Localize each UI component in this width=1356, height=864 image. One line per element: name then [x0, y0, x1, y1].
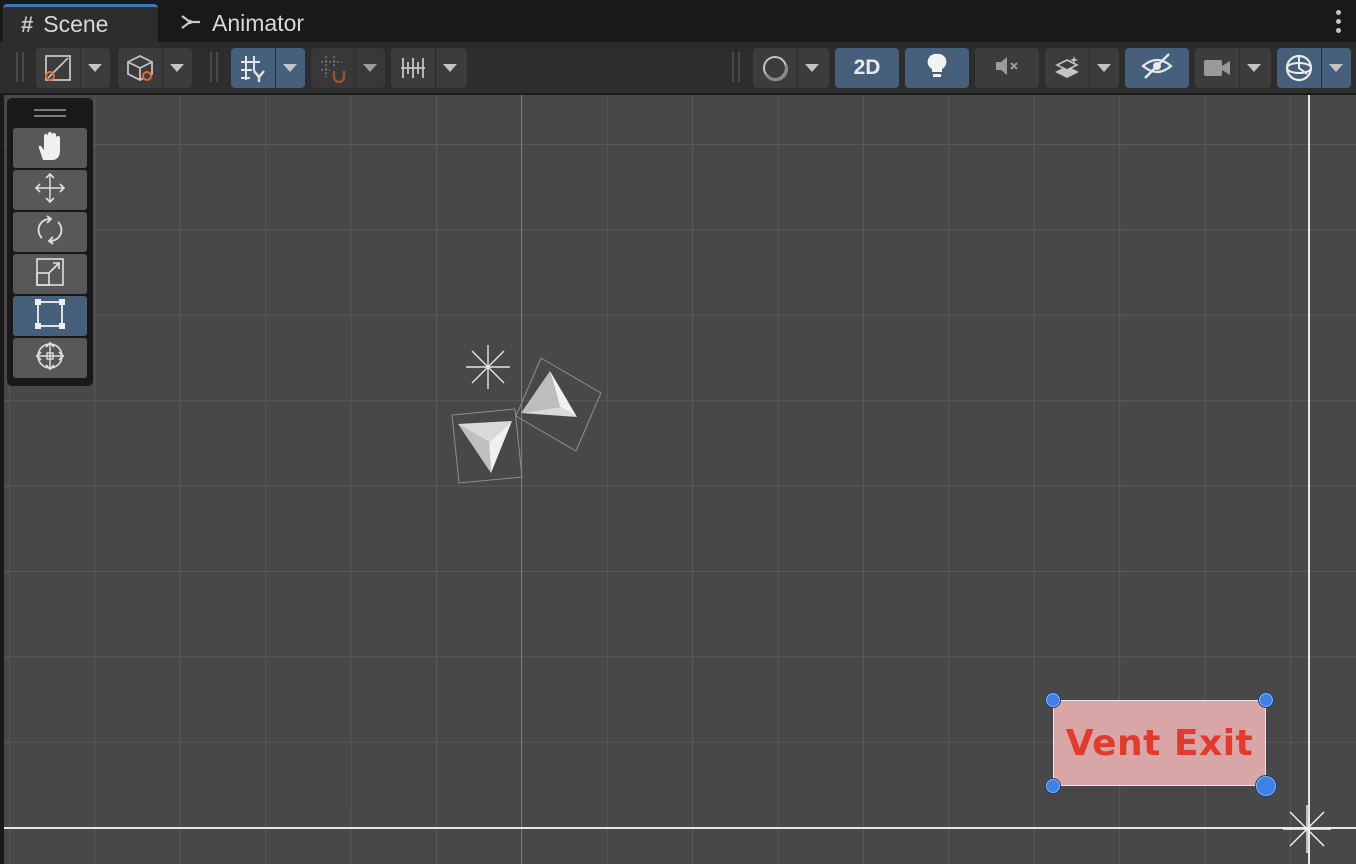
grid-y-toggle-button[interactable]: [231, 48, 305, 88]
audio-toggle-button[interactable]: [975, 48, 1039, 88]
grid-snap-dropdown-icon[interactable]: [355, 48, 383, 88]
light-gizmo-icon[interactable]: [466, 345, 510, 389]
move-arrows-icon: [34, 172, 66, 209]
tab-bar: # Scene Animator: [0, 0, 1356, 42]
toolbar-grip-3[interactable]: [732, 52, 740, 82]
vent-exit-sprite[interactable]: Vent Exit: [1053, 700, 1266, 786]
rect-handle-bottom-left[interactable]: [1045, 778, 1061, 794]
palette-grip[interactable]: [13, 98, 87, 128]
camera-button[interactable]: [1195, 48, 1271, 88]
grid-hash-icon: #: [21, 11, 34, 37]
tab-animator[interactable]: Animator: [162, 4, 332, 42]
rect-handle-top-left[interactable]: [1045, 692, 1061, 708]
transform-icon: [33, 339, 67, 378]
2d-mode-label: 2D: [853, 56, 881, 79]
rect-handle-top-right[interactable]: [1258, 692, 1274, 708]
increment-snap-icon: [391, 48, 435, 88]
effects-icon: [1045, 48, 1089, 88]
render-mode-dropdown-icon[interactable]: [797, 48, 825, 88]
render-mode-button[interactable]: [753, 48, 829, 88]
scale-tool-button[interactable]: [13, 254, 87, 294]
draw-mode-button[interactable]: [36, 48, 110, 88]
vent-exit-label: Vent Exit: [1065, 722, 1254, 764]
grid-y-toggle-icon: [231, 48, 275, 88]
increment-snap-dropdown-icon[interactable]: [435, 48, 463, 88]
scale-icon: [34, 256, 66, 293]
gizmos-button[interactable]: [1277, 48, 1351, 88]
more-options-icon[interactable]: [1336, 10, 1342, 33]
render-mode-icon: [753, 48, 797, 88]
rect-tool-button[interactable]: [13, 296, 87, 336]
rotate-tool-button[interactable]: [13, 212, 87, 252]
transform-tool-button[interactable]: [13, 338, 87, 378]
effects-button[interactable]: [1045, 48, 1119, 88]
lighting-icon: [925, 52, 949, 85]
rect-transform-icon: [34, 298, 66, 335]
rotate-icon: [34, 214, 66, 251]
tool-palette: [7, 98, 93, 386]
shading-mode-dropdown-icon[interactable]: [162, 48, 190, 88]
gizmos-icon: [1277, 48, 1321, 88]
origin-gizmo-icon: [1283, 805, 1331, 853]
effects-dropdown-icon[interactable]: [1089, 48, 1117, 88]
arrow-sprite-down[interactable]: [451, 408, 523, 484]
hand-tool-button[interactable]: [13, 128, 87, 168]
animator-fork-icon: [180, 10, 202, 37]
grid-snap-icon: [311, 48, 355, 88]
draw-mode-dropdown-icon[interactable]: [80, 48, 108, 88]
tab-scene[interactable]: # Scene: [3, 4, 158, 42]
shading-mode-icon: [118, 48, 162, 88]
audio-mute-icon: [992, 53, 1022, 84]
tab-scene-label: Scene: [43, 11, 109, 37]
toolbar-grip[interactable]: [16, 52, 24, 82]
shading-mode-button[interactable]: [118, 48, 192, 88]
gizmos-dropdown-icon[interactable]: [1321, 48, 1349, 88]
increment-snap-button[interactable]: [391, 48, 467, 88]
2d-mode-button[interactable]: 2D: [835, 48, 899, 88]
scene-visibility-button[interactable]: [1125, 48, 1189, 88]
camera-icon: [1195, 48, 1239, 88]
scene-visibility-icon: [1140, 52, 1174, 85]
toolbar-grip-2[interactable]: [210, 52, 218, 82]
move-tool-button[interactable]: [13, 170, 87, 210]
lighting-button[interactable]: [905, 48, 969, 88]
camera-dropdown-icon[interactable]: [1239, 48, 1267, 88]
grid-dropdown-icon[interactable]: [275, 48, 303, 88]
draw-mode-icon: [36, 48, 80, 88]
hand-icon: [34, 130, 66, 167]
grid-snap-button[interactable]: [311, 48, 385, 88]
rect-handle-bottom-right[interactable]: [1255, 775, 1277, 797]
scene-toolbar: 2D: [0, 42, 1356, 94]
arrow-sprite-up[interactable]: [515, 357, 602, 452]
tab-animator-label: Animator: [212, 9, 305, 36]
